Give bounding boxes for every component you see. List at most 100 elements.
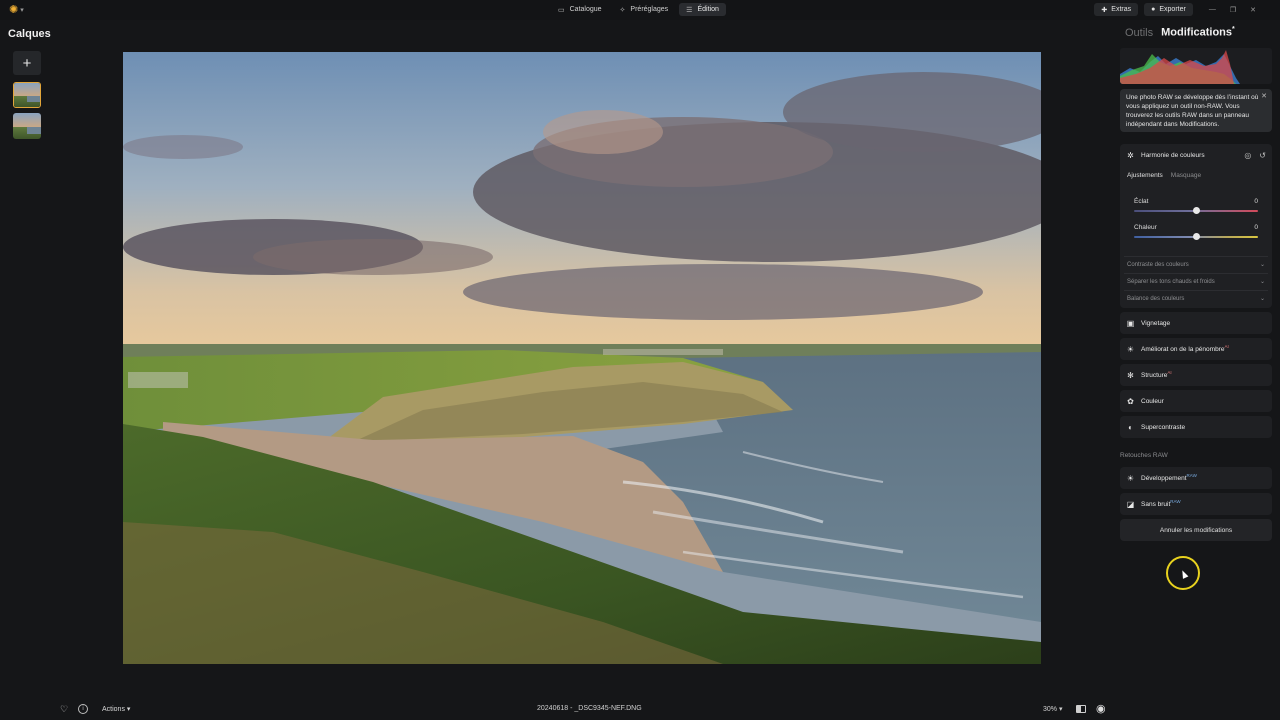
tool-label: Sans bruit xyxy=(1141,501,1171,509)
chevron-down-icon: ⌄ xyxy=(1259,279,1265,285)
zoom-level: 30% xyxy=(1043,706,1058,713)
zoom-menu[interactable]: 30% ▾ xyxy=(1043,705,1062,713)
tool-label: Vignetage xyxy=(1141,319,1171,327)
tool-label: Supercontraste xyxy=(1141,423,1186,431)
raw-tip-text: Une photo RAW se développe dès l’instant… xyxy=(1126,94,1259,128)
extras-label: Extras xyxy=(1111,6,1132,13)
restore-icon[interactable]: ❐ xyxy=(1230,6,1236,14)
eye-icon[interactable]: ◉ xyxy=(1096,702,1106,715)
window-controls: — ❐ ✕ xyxy=(1209,6,1256,14)
close-icon[interactable]: ✕ xyxy=(1250,6,1256,14)
tool-label: Développement xyxy=(1141,475,1187,483)
extras-button[interactable]: ✚ Extras xyxy=(1094,3,1139,16)
slider-value[interactable]: 0 xyxy=(1254,224,1258,231)
slider-label: Éclat xyxy=(1134,198,1149,205)
slider-eclat[interactable]: Éclat 0 xyxy=(1134,198,1258,218)
slider-value[interactable]: 0 xyxy=(1254,198,1258,205)
tab-label: Catalogue xyxy=(569,6,602,13)
tab-modifications[interactable]: Modifications* xyxy=(1161,26,1235,39)
top-bar: ✺ ▾ ▭ Catalogue ✧ Préréglages ☰ Édition … xyxy=(0,0,1280,20)
slider-handle[interactable] xyxy=(1192,233,1200,240)
cancel-modifications-button[interactable]: Annuler les modifications xyxy=(1120,519,1272,541)
tool-vignette[interactable]: ▣ Vignetage xyxy=(1120,312,1272,334)
color-harmony-panel: ✲ Harmonie de couleurs ◎ ↺ Ajustements M… xyxy=(1120,144,1272,308)
photo-canvas[interactable] xyxy=(123,52,1041,664)
tool-label: Structure xyxy=(1141,372,1168,380)
add-layer-button[interactable]: + xyxy=(13,51,41,75)
tool-raw-denoise[interactable]: ◪ Sans bruitRAW xyxy=(1120,493,1272,515)
actions-menu[interactable]: Actions ▾ xyxy=(102,705,130,713)
section-color-balance[interactable]: Balance des couleurs ⌄ xyxy=(1124,290,1268,306)
color-harmony-header[interactable]: ✲ Harmonie de couleurs ◎ ↺ xyxy=(1120,144,1272,166)
coastal-landscape-photo xyxy=(123,52,1041,664)
raw-badge: RAW xyxy=(1186,473,1197,479)
layer-thumbnail-selected[interactable] xyxy=(13,82,41,108)
raw-section-label: Retouches RAW xyxy=(1120,452,1168,459)
layer-thumbnail[interactable] xyxy=(13,113,41,139)
subtab-adjustments[interactable]: Ajustements xyxy=(1127,172,1163,179)
right-panel-tabs: Outils Modifications* xyxy=(1125,26,1235,39)
layers-title: Calques xyxy=(8,28,51,40)
minimize-icon[interactable]: — xyxy=(1209,6,1216,14)
heart-icon[interactable]: ♡ xyxy=(60,704,68,715)
denoise-icon: ◪ xyxy=(1126,499,1135,509)
chevron-down-icon: ▾ xyxy=(20,7,24,14)
chevron-down-icon: ▾ xyxy=(126,706,131,713)
mode-tabs: ▭ Catalogue ✧ Préréglages ☰ Édition xyxy=(551,3,726,16)
tool-color[interactable]: ✿ Couleur xyxy=(1120,390,1272,412)
ai-badge: AI xyxy=(1224,344,1229,350)
structure-icon: ✻ xyxy=(1127,370,1134,380)
tab-presets[interactable]: ✧ Préréglages xyxy=(613,3,676,16)
sun-icon: ☀ xyxy=(1126,473,1135,483)
chevron-down-icon: ⌄ xyxy=(1259,296,1265,302)
contrast-icon: ◐ xyxy=(1128,422,1133,432)
gear-icon: ✲ xyxy=(1127,150,1134,160)
top-right-controls: ✚ Extras ● Exporter — ❐ ✕ xyxy=(1094,3,1256,16)
slider-handle[interactable] xyxy=(1192,207,1200,214)
palette-icon: ✿ xyxy=(1127,396,1134,406)
export-label: Exporter xyxy=(1159,6,1186,13)
tab-edit[interactable]: ☰ Édition xyxy=(679,3,726,16)
section-color-contrast[interactable]: Contraste des couleurs ⌄ xyxy=(1124,256,1268,272)
tool-structure[interactable]: ✻ StructureAI xyxy=(1120,364,1272,386)
slider-label: Chaleur xyxy=(1134,224,1157,231)
tab-tools[interactable]: Outils xyxy=(1125,27,1153,39)
bottom-bar: ♡ i Actions ▾ 20240618 - _DSC9345-NEF.DN… xyxy=(0,700,1280,720)
app-menu-button[interactable]: ✺ ▾ xyxy=(9,3,31,17)
sparkle-icon: ✧ xyxy=(619,6,626,14)
info-icon[interactable]: i xyxy=(78,704,88,714)
sliders-icon: ☰ xyxy=(686,6,693,14)
tool-raw-development[interactable]: ☀ DéveloppementRAW xyxy=(1120,467,1272,489)
tool-shadow-enhancer[interactable]: ☀ Améliorat on de la pénombreAI xyxy=(1120,338,1272,360)
subtab-masking[interactable]: Masquage xyxy=(1171,172,1201,179)
tab-label: Modifications xyxy=(1161,26,1233,39)
chevron-down-icon: ⌄ xyxy=(1259,262,1265,268)
tab-catalogue[interactable]: ▭ Catalogue xyxy=(551,3,609,16)
histogram-graph xyxy=(1120,50,1240,84)
tab-label: Préréglages xyxy=(630,6,669,13)
chevron-down-icon: ▾ xyxy=(1058,706,1063,713)
close-icon[interactable]: ✕ xyxy=(1261,92,1267,101)
reset-icon[interactable]: ↺ xyxy=(1259,151,1266,160)
raw-badge: RAW xyxy=(1170,499,1181,505)
tool-label: Couleur xyxy=(1141,397,1164,405)
app-logo-icon: ✺ xyxy=(9,3,19,16)
ai-badge: AI xyxy=(1167,370,1172,376)
modified-indicator: * xyxy=(1232,26,1235,33)
sun-icon: ☀ xyxy=(1126,344,1135,354)
section-label: Contraste des couleurs xyxy=(1127,261,1189,268)
folder-icon: ▭ xyxy=(558,6,565,14)
harmony-subtabs: Ajustements Masquage xyxy=(1127,172,1201,179)
tab-label: Édition xyxy=(697,6,719,13)
compare-view-icon[interactable] xyxy=(1076,705,1086,713)
tool-label: Améliorat on de la pénombre xyxy=(1141,346,1225,354)
eye-icon[interactable]: ◎ xyxy=(1244,151,1251,160)
export-button[interactable]: ● Exporter xyxy=(1144,3,1193,16)
histogram xyxy=(1120,48,1272,84)
section-warm-cool-split[interactable]: Séparer les tons chauds et froids ⌄ xyxy=(1124,273,1268,289)
slider-chaleur[interactable]: Chaleur 0 xyxy=(1134,224,1258,244)
section-label: Séparer les tons chauds et froids xyxy=(1127,278,1215,285)
tool-supercontrast[interactable]: ◐ Supercontraste xyxy=(1120,416,1272,438)
actions-label: Actions xyxy=(102,706,125,713)
vignette-icon: ▣ xyxy=(1126,318,1135,328)
